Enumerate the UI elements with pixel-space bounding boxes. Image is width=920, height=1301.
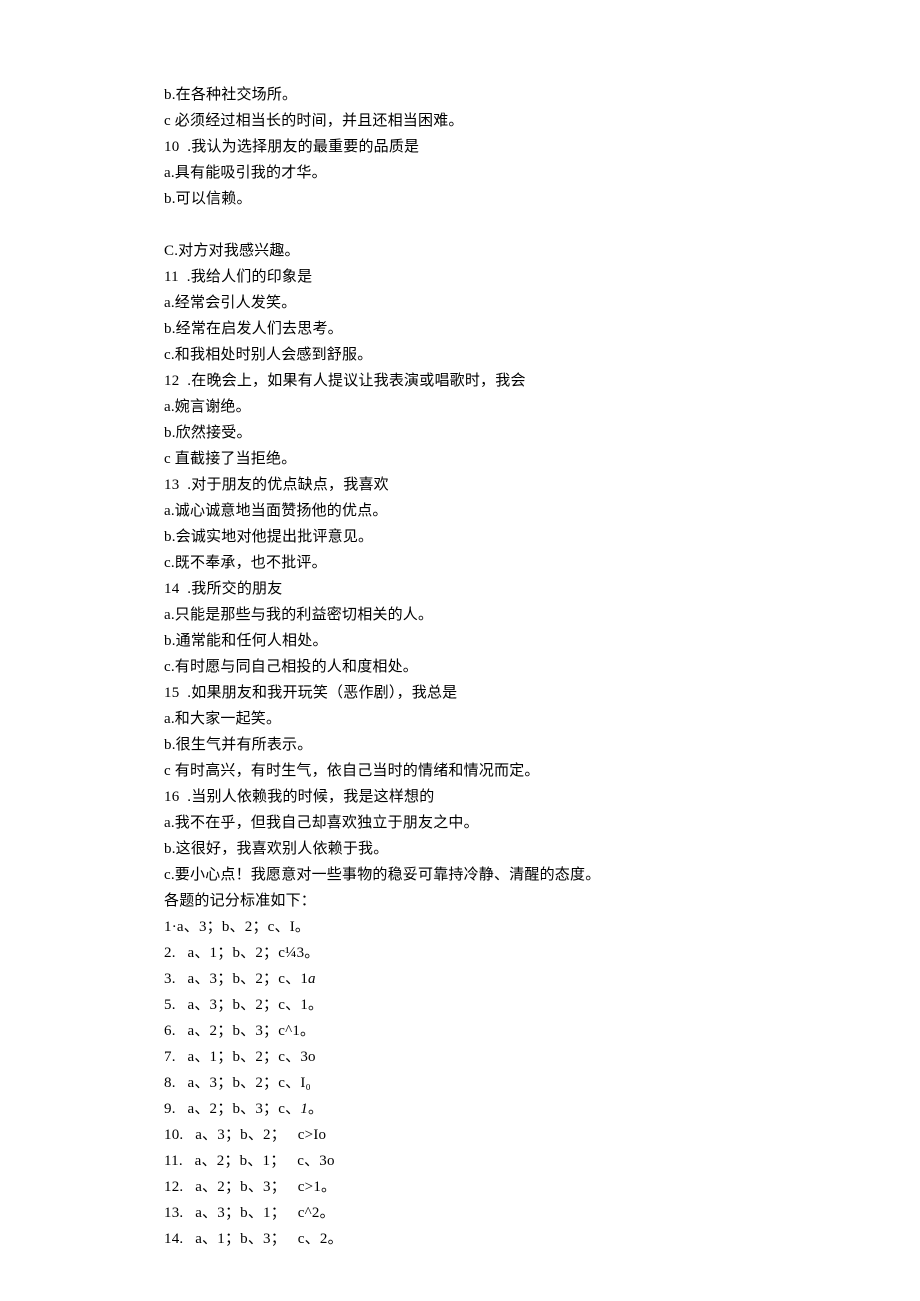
text-line: c 必须经过相当长的时间，并且还相当困难。	[164, 108, 920, 134]
text-line: c 直截接了当拒绝。	[164, 446, 920, 472]
text-line: 8. a、3；b、2；c、I₀	[164, 1070, 920, 1096]
text-line: a.诚心诚意地当面赞扬他的优点。	[164, 498, 920, 524]
text-line: b.很生气并有所表示。	[164, 732, 920, 758]
text-line: 2. a、1；b、2；c¼3。	[164, 940, 920, 966]
text-line: 5. a、3；b、2；c、1。	[164, 992, 920, 1018]
text-line: 14. a、1；b、3； c、2。	[164, 1226, 920, 1252]
text-line: 9. a、2；b、3；c、1。	[164, 1096, 920, 1122]
text-line: 7. a、1；b、2；c、3o	[164, 1044, 920, 1070]
text-line: 16 .当别人依赖我的时候，我是这样想的	[164, 784, 920, 810]
text-line: 11 .我给人们的印象是	[164, 264, 920, 290]
text-line: a.婉言谢绝。	[164, 394, 920, 420]
text-line: b.会诚实地对他提出批评意见。	[164, 524, 920, 550]
text-line: a.只能是那些与我的利益密切相关的人。	[164, 602, 920, 628]
text-line: b.通常能和任何人相处。	[164, 628, 920, 654]
text-line: a.和大家一起笑。	[164, 706, 920, 732]
text-line: c 有时高兴，有时生气，依自己当时的情绪和情况而定。	[164, 758, 920, 784]
text-line: 10 .我认为选择朋友的最重要的品质是	[164, 134, 920, 160]
text-line: b.这很好，我喜欢别人依赖于我。	[164, 836, 920, 862]
text-line: 12. a、2；b、3； c>1。	[164, 1174, 920, 1200]
text-line	[164, 212, 920, 238]
text-line: 1·a、3；b、2；c、I。	[164, 914, 920, 940]
text-line: b.在各种社交场所。	[164, 82, 920, 108]
text-line: b.欣然接受。	[164, 420, 920, 446]
text-line: a.经常会引人发笑。	[164, 290, 920, 316]
text-line: c.要小心点！我愿意对一些事物的稳妥可靠持冷静、清醒的态度。	[164, 862, 920, 888]
text-line: 13 .对于朋友的优点缺点，我喜欢	[164, 472, 920, 498]
text-line: C.对方对我感兴趣。	[164, 238, 920, 264]
text-line: 15 .如果朋友和我开玩笑（恶作剧），我总是	[164, 680, 920, 706]
text-line: 6. a、2；b、3；c^1。	[164, 1018, 920, 1044]
text-line: 各题的记分标准如下：	[164, 888, 920, 914]
text-line: c.和我相处时别人会感到舒服。	[164, 342, 920, 368]
text-line: c.有时愿与同自己相投的人和度相处。	[164, 654, 920, 680]
text-line: 11. a、2；b、1； c、3o	[164, 1148, 920, 1174]
text-line: a.我不在乎，但我自己却喜欢独立于朋友之中。	[164, 810, 920, 836]
text-line: 3. a、3；b、2；c、1a	[164, 966, 920, 992]
text-line: a.具有能吸引我的才华。	[164, 160, 920, 186]
text-line: b.经常在启发人们去思考。	[164, 316, 920, 342]
text-line: 13. a、3；b、1； c^2。	[164, 1200, 920, 1226]
text-line: 10. a、3；b、2； c>Io	[164, 1122, 920, 1148]
text-line: 14 .我所交的朋友	[164, 576, 920, 602]
text-line: b.可以信赖。	[164, 186, 920, 212]
text-line: c.既不奉承，也不批评。	[164, 550, 920, 576]
text-line: 12 .在晚会上，如果有人提议让我表演或唱歌时，我会	[164, 368, 920, 394]
